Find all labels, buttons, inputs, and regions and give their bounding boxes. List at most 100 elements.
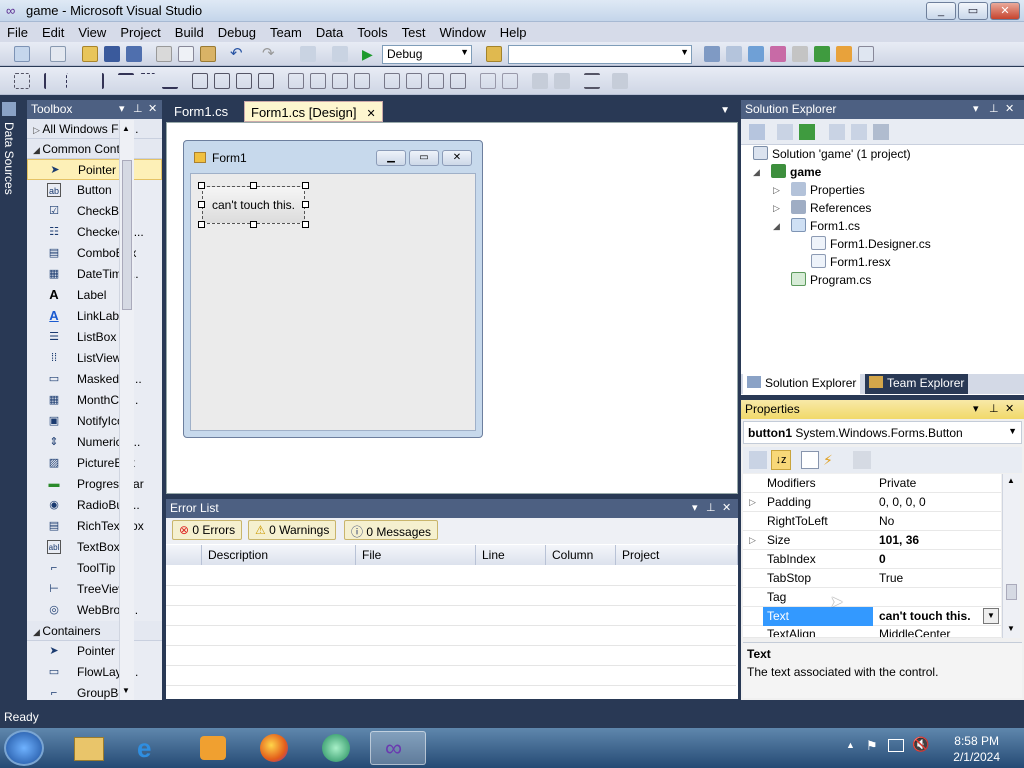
events-icon[interactable]: ⚡ bbox=[823, 451, 841, 469]
close-icon[interactable]: ✕ bbox=[1005, 102, 1014, 115]
copy-icon[interactable] bbox=[178, 46, 194, 62]
toolbox-item-pointer[interactable]: ➤ Pointer bbox=[27, 159, 162, 180]
collapse-icon[interactable]: ◢ bbox=[773, 217, 780, 235]
decrease-vertical-spacing-icon[interactable] bbox=[428, 73, 444, 89]
resize-handle[interactable] bbox=[250, 221, 257, 228]
new-project-icon[interactable] bbox=[14, 46, 30, 62]
property-row-textalign[interactable]: TextAlign MiddleCenter bbox=[743, 626, 1001, 638]
column-header-line[interactable]: Line bbox=[476, 545, 546, 565]
categorized-icon[interactable] bbox=[749, 451, 767, 469]
show-hidden-icons-icon[interactable]: ▲ bbox=[846, 740, 855, 750]
toolbox-item-groupbox[interactable]: ⌐ GroupBox bbox=[27, 683, 162, 704]
horizontal-spacing-icon[interactable] bbox=[288, 73, 304, 89]
solution-explorer-icon[interactable] bbox=[704, 46, 720, 62]
expand-icon[interactable]: ▷ bbox=[773, 199, 780, 217]
taskbar-firefox[interactable] bbox=[248, 731, 304, 765]
toolbox-item-monthcalendar[interactable]: ▦ MonthCal... bbox=[27, 390, 162, 411]
property-value-input[interactable]: can't touch this. bbox=[879, 607, 971, 626]
view-code-icon[interactable] bbox=[829, 124, 845, 140]
property-value[interactable]: MiddleCenter bbox=[879, 626, 950, 637]
menu-debug[interactable]: Debug bbox=[211, 25, 263, 40]
toolbox-item-numericupdown[interactable]: ⇕ NumericU... bbox=[27, 432, 162, 453]
tab-solution-explorer[interactable]: Solution Explorer bbox=[743, 374, 861, 394]
column-header-description[interactable]: Description bbox=[202, 545, 356, 565]
menu-window[interactable]: Window bbox=[432, 25, 492, 40]
volume-muted-icon[interactable]: 🔇 bbox=[912, 736, 929, 753]
start-button[interactable] bbox=[4, 730, 44, 766]
send-to-back-icon[interactable] bbox=[554, 73, 570, 89]
property-row-tag[interactable]: Tag bbox=[743, 588, 1001, 607]
align-middle-icon[interactable] bbox=[140, 73, 156, 89]
properties-window-icon[interactable] bbox=[726, 46, 742, 62]
command-window-icon[interactable] bbox=[836, 46, 852, 62]
alphabetical-icon[interactable]: ↓z bbox=[771, 450, 791, 470]
toolbox-item-flowlayoutpanel[interactable]: ▭ FlowLayo... bbox=[27, 662, 162, 683]
minimize-button[interactable]: _ bbox=[926, 2, 956, 20]
decrease-horizontal-spacing-icon[interactable] bbox=[332, 73, 348, 89]
tree-solution[interactable]: Solution 'game' (1 project) bbox=[753, 145, 911, 163]
clock[interactable]: 8:58 PM 2/1/2024 bbox=[953, 733, 1000, 765]
property-row-padding[interactable]: ▷ Padding 0, 0, 0, 0 bbox=[743, 493, 1001, 512]
align-center-icon[interactable] bbox=[66, 73, 82, 89]
warnings-filter-button[interactable]: ⚠ 0 Warnings bbox=[248, 520, 337, 540]
property-value[interactable]: True bbox=[879, 569, 903, 588]
toolbox-item-maskedtextbox[interactable]: ▭ MaskedTe... bbox=[27, 369, 162, 390]
resize-handle[interactable] bbox=[250, 182, 257, 189]
pin-icon[interactable]: ⊥ bbox=[133, 102, 143, 115]
toolbox-item-richtextbox[interactable]: ▤ RichTextBox bbox=[27, 516, 162, 537]
taskbar-app[interactable] bbox=[310, 731, 366, 765]
expand-icon[interactable]: ▷ bbox=[749, 493, 756, 512]
toolbox-item-textbox[interactable]: abl TextBox bbox=[27, 537, 162, 558]
tab-team-explorer[interactable]: Team Explorer bbox=[865, 374, 969, 394]
align-grid-icon[interactable] bbox=[14, 73, 30, 89]
scroll-down-icon[interactable]: ▼ bbox=[1007, 624, 1015, 633]
object-selector[interactable]: button1 System.Windows.Forms.Button ▼ bbox=[743, 421, 1022, 444]
make-same-size-icon[interactable] bbox=[236, 73, 252, 89]
open-folder-icon[interactable] bbox=[82, 46, 98, 62]
chevron-down-icon[interactable]: ▾ bbox=[119, 102, 125, 115]
toolbox-item-listbox[interactable]: ☰ ListBox bbox=[27, 327, 162, 348]
form1-window[interactable]: Form1 ▁ ▭ ✕ bbox=[183, 140, 483, 438]
resize-handle[interactable] bbox=[302, 182, 309, 189]
close-icon[interactable]: ✕ bbox=[148, 102, 157, 115]
resize-handle[interactable] bbox=[198, 201, 205, 208]
increase-vertical-spacing-icon[interactable] bbox=[406, 73, 422, 89]
size-to-grid-icon[interactable] bbox=[258, 73, 274, 89]
messages-filter-button[interactable]: ⓘ 0 Messages bbox=[344, 520, 439, 540]
taskbar-media-player[interactable] bbox=[186, 731, 242, 765]
button1-control[interactable]: can't touch this. bbox=[202, 186, 305, 224]
menu-test[interactable]: Test bbox=[395, 25, 433, 40]
toolbox-item-radiobutton[interactable]: ◉ RadioButt... bbox=[27, 495, 162, 516]
add-item-icon[interactable] bbox=[50, 46, 66, 62]
property-row-size[interactable]: ▷ Size 101, 36 bbox=[743, 531, 1001, 550]
toolbox-category-all-windows-forms[interactable]: ▷ All Windows For... bbox=[27, 119, 162, 139]
remove-vertical-spacing-icon[interactable] bbox=[450, 73, 466, 89]
align-bottom-icon[interactable] bbox=[162, 73, 178, 89]
tree-form1-resx[interactable]: Form1.resx bbox=[811, 253, 891, 271]
column-header-column[interactable]: Column bbox=[546, 545, 616, 565]
column-header-project[interactable]: Project bbox=[616, 545, 738, 565]
align-top-icon[interactable] bbox=[118, 73, 134, 89]
paste-icon[interactable] bbox=[200, 46, 216, 62]
tree-program-cs[interactable]: Program.cs bbox=[791, 271, 871, 289]
property-row-righttoleft[interactable]: RightToLeft No bbox=[743, 512, 1001, 531]
properties-icon[interactable] bbox=[749, 124, 765, 140]
cut-icon[interactable] bbox=[156, 46, 172, 62]
view-designer-icon[interactable] bbox=[851, 124, 867, 140]
toolbox-item-webbrowser[interactable]: ◎ WebBrow... bbox=[27, 600, 162, 621]
tab-form1-design[interactable]: Form1.cs [Design] ✕ bbox=[244, 101, 383, 122]
properties-scrollbar[interactable]: ▲ ▼ bbox=[1002, 474, 1020, 638]
toolbox-category-containers[interactable]: ◢ Containers bbox=[27, 621, 162, 641]
toolbox-item-label[interactable]: A Label bbox=[27, 285, 162, 306]
network-icon[interactable] bbox=[888, 739, 904, 752]
pin-icon[interactable]: ⊥ bbox=[706, 501, 716, 514]
chevron-down-icon[interactable]: ▾ bbox=[973, 402, 979, 415]
make-same-height-icon[interactable] bbox=[214, 73, 230, 89]
extension-manager-icon[interactable] bbox=[792, 46, 808, 62]
property-row-modifiers[interactable]: Modifiers Private bbox=[743, 474, 1001, 493]
scroll-thumb[interactable] bbox=[122, 160, 132, 310]
find-in-files-icon[interactable] bbox=[486, 46, 502, 62]
start-debugging-icon[interactable]: ▶ bbox=[362, 46, 378, 62]
menu-help[interactable]: Help bbox=[493, 25, 534, 40]
toolbox-item-datetimepicker[interactable]: ▦ DateTime... bbox=[27, 264, 162, 285]
